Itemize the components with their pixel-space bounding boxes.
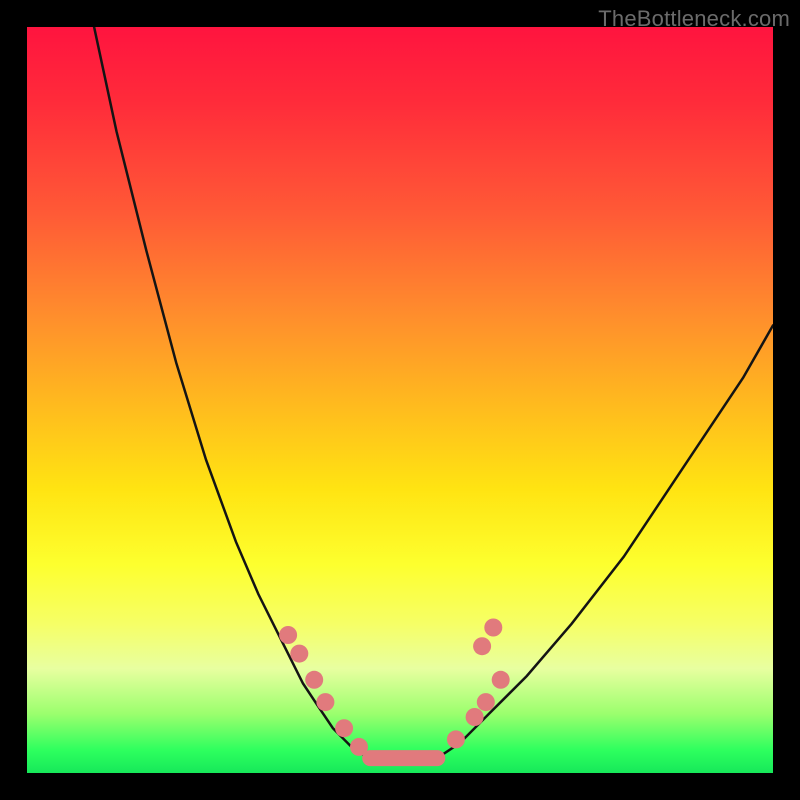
marker-dot <box>316 693 334 711</box>
marker-dots <box>279 619 510 756</box>
marker-dot <box>477 693 495 711</box>
marker-dot <box>447 730 465 748</box>
curve-layer <box>27 27 773 773</box>
marker-dot <box>466 708 484 726</box>
chart-frame: TheBottleneck.com <box>0 0 800 800</box>
plot-area <box>27 27 773 773</box>
marker-dot <box>279 626 297 644</box>
watermark: TheBottleneck.com <box>598 6 790 32</box>
marker-dot <box>335 719 353 737</box>
marker-dot <box>305 671 323 689</box>
marker-dot <box>290 645 308 663</box>
marker-dot <box>492 671 510 689</box>
marker-dot <box>473 637 491 655</box>
marker-dot <box>350 738 368 756</box>
bottleneck-curve <box>94 27 773 762</box>
marker-dot <box>484 619 502 637</box>
